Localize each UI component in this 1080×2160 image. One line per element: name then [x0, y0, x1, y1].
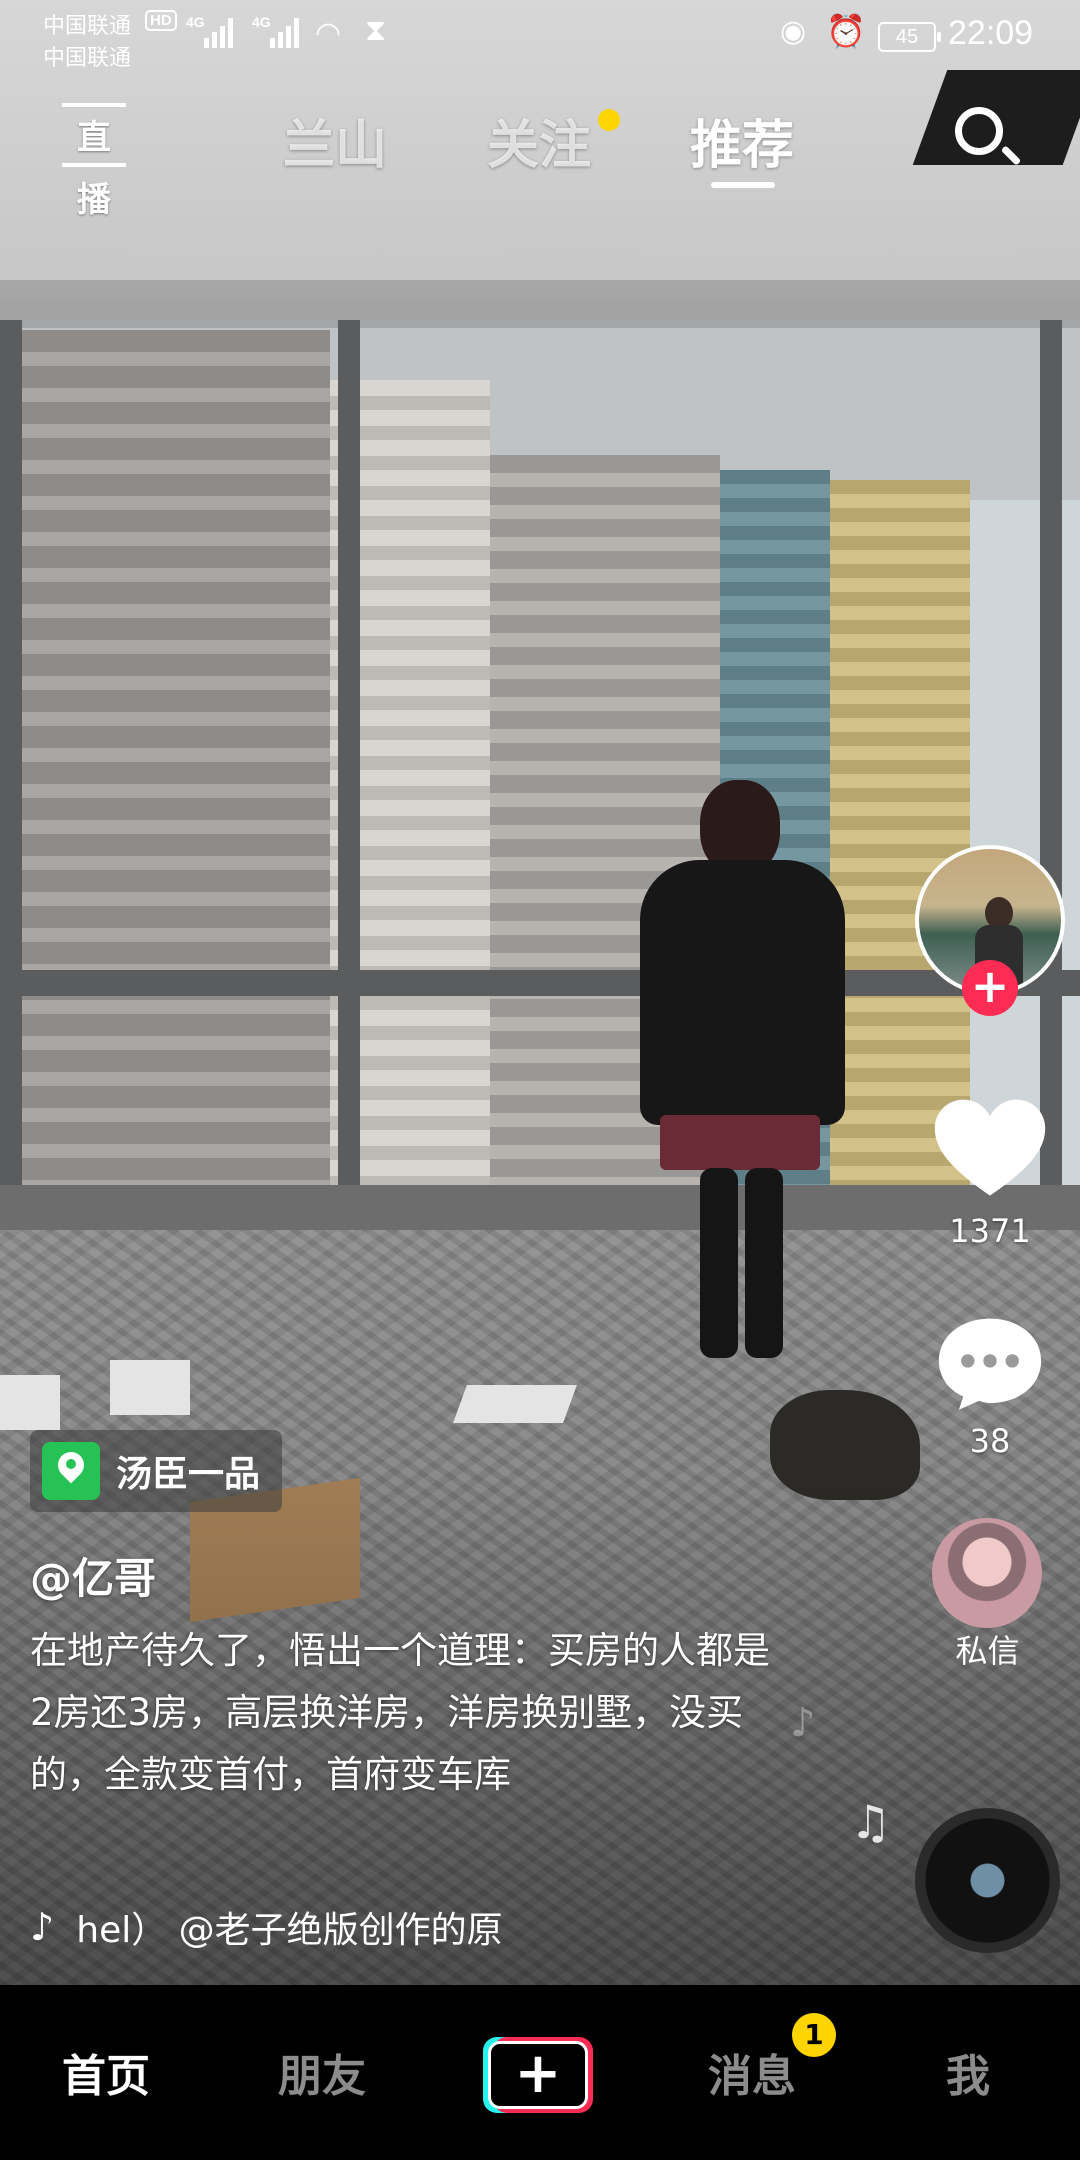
- music-note-icon: ♪: [790, 1700, 816, 1746]
- floor-tile: [453, 1385, 577, 1423]
- wifi-icon: ◠: [315, 17, 342, 50]
- dm-label[interactable]: 私信: [920, 1626, 1055, 1672]
- ceiling-beam: [0, 280, 1080, 328]
- tiktok-note-icon: ♪: [30, 1905, 55, 1949]
- nav-friends[interactable]: 朋友: [278, 2040, 366, 2104]
- screen: 中国联通 中国联通 HD 4G 4G ◠ ⧗ ◉ ⏰ 45 22:09 直播 兰…: [0, 0, 1080, 2160]
- nav-messages[interactable]: 消息: [708, 2040, 796, 2104]
- nav-home[interactable]: 首页: [62, 2040, 150, 2104]
- top-nav: 直播 兰山 关注 推荐: [0, 95, 1080, 220]
- carrier-name: 中国联通: [43, 13, 132, 38]
- follow-button[interactable]: +: [962, 960, 1018, 1016]
- eye-icon: ◉: [780, 15, 807, 48]
- dm-avatar[interactable]: [932, 1518, 1042, 1628]
- music-title: hel） @老子绝版创作的原: [76, 1910, 503, 1951]
- comment-icon[interactable]: [934, 1312, 1046, 1412]
- nav-me[interactable]: 我: [946, 2040, 990, 2104]
- location-label: 汤臣一品: [116, 1454, 261, 1495]
- clock: 22:09: [948, 14, 1034, 52]
- window-frame: [1040, 320, 1062, 1220]
- floor-tile: [0, 1375, 60, 1430]
- following-dot: [598, 109, 620, 131]
- music-disc-icon[interactable]: [915, 1808, 1060, 1953]
- window-frame: [0, 970, 1080, 996]
- tab-lanshan[interactable]: 兰山: [283, 103, 387, 178]
- tab-recommend[interactable]: 推荐: [690, 103, 794, 178]
- bottom-nav: 首页 朋友 + 消息 1 我: [0, 1985, 1080, 2160]
- signal-icon: [204, 16, 233, 48]
- building: [0, 330, 330, 1220]
- music-info[interactable]: ♪ hel） @老子绝版创作的原: [30, 1897, 590, 1957]
- person-skirt: [660, 1115, 820, 1170]
- tab-following[interactable]: 关注: [487, 103, 591, 178]
- window-frame: [338, 320, 360, 1220]
- battery-icon: 45: [878, 22, 941, 52]
- person-leg: [745, 1168, 783, 1358]
- active-tab-indicator: [711, 182, 775, 188]
- network-type: 4G: [186, 14, 205, 30]
- location-tag[interactable]: 汤臣一品: [30, 1430, 283, 1512]
- status-bar: 中国联通 中国联通 HD 4G 4G ◠ ⧗ ◉ ⏰ 45 22:09: [0, 0, 1080, 70]
- floor-tile: [110, 1360, 190, 1415]
- person-leg: [700, 1168, 738, 1358]
- create-button[interactable]: +: [483, 2037, 593, 2113]
- heart-icon[interactable]: [930, 1090, 1050, 1210]
- carrier-name: 中国联通: [43, 45, 132, 70]
- comment-count: 38: [969, 1422, 1011, 1460]
- plus-icon: +: [488, 2041, 588, 2109]
- alarm-icon: ⏰: [826, 13, 866, 49]
- messages-badge: 1: [792, 2013, 836, 2057]
- person-coat: [640, 860, 845, 1125]
- network-type: 4G: [252, 14, 271, 30]
- signal-icon: [270, 16, 299, 48]
- hd-icon: HD: [145, 10, 177, 31]
- video-caption: 在地产待久了，悟出一个道理：买房的人都是2房还3房，高层换洋房，洋房换别墅，没买…: [30, 1629, 770, 1796]
- location-pin-icon: [42, 1442, 100, 1500]
- author-name[interactable]: @亿哥: [30, 1545, 156, 1606]
- hourglass-icon: ⧗: [365, 14, 387, 47]
- live-icon[interactable]: 直播: [62, 103, 126, 220]
- like-count: 1371: [949, 1212, 1031, 1250]
- window-frame: [0, 320, 22, 1220]
- search-icon[interactable]: [955, 107, 1003, 155]
- music-note-icon: ♫: [850, 1795, 892, 1849]
